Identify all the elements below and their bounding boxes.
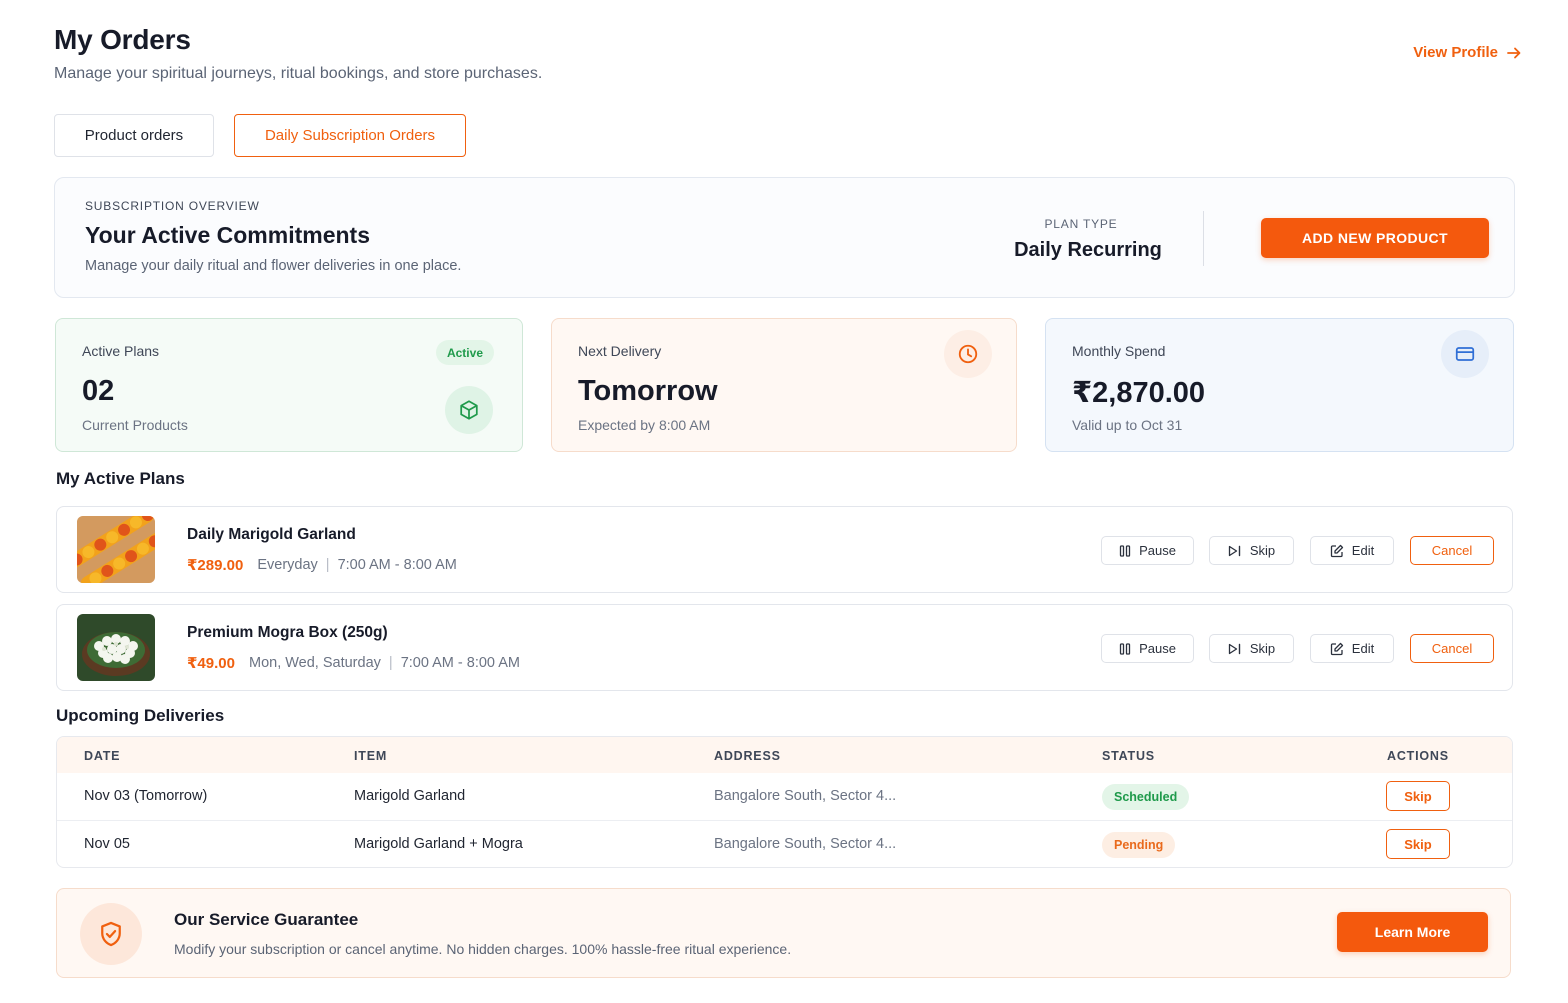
delivery-item: Marigold Garland + Mogra: [354, 836, 523, 852]
active-plans-heading: My Active Plans: [56, 469, 185, 488]
column-header-status: STATUS: [1102, 749, 1155, 763]
monthly-spend-label: Monthly Spend: [1072, 343, 1166, 359]
status-badge: Pending: [1102, 832, 1176, 858]
status-badge: Scheduled: [1102, 784, 1190, 810]
plan-row: Premium Mogra Box (250g) ₹49.00 Mon, Wed…: [56, 604, 1513, 691]
monthly-spend-value: ₹2,870.00: [1072, 377, 1206, 409]
delivery-item: Marigold Garland: [354, 788, 466, 804]
table-row: Nov 03 (Tomorrow) Marigold Garland Banga…: [57, 773, 1512, 821]
cancel-button[interactable]: Cancel: [1410, 536, 1494, 565]
learn-more-button[interactable]: Learn More: [1337, 912, 1488, 952]
pause-button[interactable]: Pause: [1101, 634, 1194, 663]
skip-forward-icon: [1228, 545, 1241, 556]
page-subtitle: Manage your spiritual journeys, ritual b…: [54, 65, 543, 82]
pause-label: Pause: [1139, 641, 1176, 656]
column-header-address: ADDRESS: [714, 749, 781, 763]
column-header-item: ITEM: [354, 749, 388, 763]
plan-price: ₹49.00: [187, 655, 235, 672]
next-delivery-value: Tomorrow: [578, 375, 718, 407]
cube-icon: [445, 386, 493, 434]
skip-label: Skip: [1249, 641, 1276, 656]
plan-schedule: Everyday: [257, 557, 318, 573]
skip-button[interactable]: Skip: [1209, 536, 1294, 565]
plan-type-value: Daily Recurring: [1014, 239, 1162, 261]
add-new-product-button[interactable]: ADD NEW PRODUCT: [1261, 218, 1489, 258]
skip-delivery-button[interactable]: Skip: [1386, 829, 1450, 859]
plan-type-label: PLAN TYPE: [1044, 217, 1118, 231]
separator: |: [325, 557, 330, 573]
upcoming-deliveries-table: DATE ITEM ADDRESS STATUS ACTIONS Nov 03 …: [56, 736, 1513, 868]
marigold-garland-image: [77, 516, 155, 583]
active-plans-card: Active Plans Active 02 Current Products: [55, 318, 523, 452]
plan-time: 7:00 AM - 8:00 AM: [400, 655, 520, 671]
delivery-address: Bangalore South, Sector 4...: [714, 836, 897, 852]
cancel-button[interactable]: Cancel: [1410, 634, 1494, 663]
pause-label: Pause: [1139, 543, 1176, 558]
next-delivery-card: Next Delivery Tomorrow Expected by 8:00 …: [551, 318, 1017, 452]
plan-price: ₹289.00: [187, 557, 244, 574]
edit-button[interactable]: Edit: [1310, 634, 1394, 663]
edit-label: Edit: [1351, 543, 1375, 558]
delivery-date: Nov 05: [84, 836, 130, 852]
tab-daily-subscription-orders[interactable]: Daily Subscription Orders: [234, 114, 466, 157]
separator: |: [388, 655, 393, 671]
next-delivery-sub: Expected by 8:00 AM: [578, 417, 711, 433]
next-delivery-label: Next Delivery: [578, 343, 662, 359]
column-header-actions: ACTIONS: [1387, 749, 1449, 763]
plan-meta: ₹289.00 Everyday | 7:00 AM - 8:00 AM: [187, 556, 457, 574]
overview-divider: [1203, 211, 1204, 266]
table-row: Nov 05 Marigold Garland + Mogra Bangalor…: [57, 821, 1512, 867]
skip-label: Skip: [1249, 543, 1276, 558]
edit-icon: [1330, 544, 1343, 557]
plan-schedule: Mon, Wed, Saturday: [248, 655, 381, 671]
subscription-overview-card: SUBSCRIPTION OVERVIEW Your Active Commit…: [54, 177, 1515, 298]
pause-button[interactable]: Pause: [1101, 536, 1194, 565]
guarantee-description: Modify your subscription or cancel anyti…: [174, 941, 792, 957]
credit-card-icon: [1441, 330, 1489, 378]
guarantee-title: Our Service Guarantee: [174, 910, 359, 929]
plan-name: Premium Mogra Box (250g): [187, 624, 388, 641]
skip-forward-icon: [1228, 643, 1241, 654]
active-plans-value: 02: [82, 375, 115, 407]
edit-label: Edit: [1351, 641, 1375, 656]
shield-check-icon: [80, 903, 142, 965]
view-profile-link[interactable]: View Profile: [1413, 44, 1522, 61]
page-title: My Orders: [54, 24, 191, 55]
delivery-date: Nov 03 (Tomorrow): [84, 788, 208, 804]
arrow-right-icon: [1507, 47, 1521, 58]
mogra-flowers-image: [77, 614, 155, 681]
service-guarantee-banner: Our Service Guarantee Modify your subscr…: [56, 888, 1511, 978]
table-header: DATE ITEM ADDRESS STATUS ACTIONS: [57, 737, 1512, 773]
active-plans-sub: Current Products: [82, 417, 188, 433]
clock-icon: [944, 330, 992, 378]
skip-delivery-button[interactable]: Skip: [1386, 781, 1450, 811]
view-profile-label: View Profile: [1413, 44, 1498, 61]
edit-button[interactable]: Edit: [1310, 536, 1394, 565]
edit-icon: [1330, 642, 1343, 655]
plan-time: 7:00 AM - 8:00 AM: [337, 557, 457, 573]
upcoming-deliveries-heading: Upcoming Deliveries: [56, 706, 225, 725]
skip-button[interactable]: Skip: [1209, 634, 1294, 663]
monthly-spend-sub: Valid up to Oct 31: [1072, 417, 1183, 433]
pause-icon: [1119, 544, 1131, 557]
plan-meta: ₹49.00 Mon, Wed, Saturday | 7:00 AM - 8:…: [187, 654, 520, 672]
overview-title: Your Active Commitments: [85, 222, 370, 248]
active-plans-label: Active Plans: [82, 343, 160, 359]
plan-name: Daily Marigold Garland: [187, 526, 356, 543]
column-header-date: DATE: [84, 749, 121, 763]
overview-eyebrow: SUBSCRIPTION OVERVIEW: [85, 199, 260, 213]
delivery-address: Bangalore South, Sector 4...: [714, 788, 897, 804]
pause-icon: [1119, 642, 1131, 655]
tab-product-orders[interactable]: Product orders: [54, 114, 214, 157]
plan-row: Daily Marigold Garland ₹289.00 Everyday …: [56, 506, 1513, 593]
overview-description: Manage your daily ritual and flower deli…: [85, 258, 462, 274]
monthly-spend-card: Monthly Spend ₹2,870.00 Valid up to Oct …: [1045, 318, 1514, 452]
status-badge: Active: [435, 340, 494, 365]
